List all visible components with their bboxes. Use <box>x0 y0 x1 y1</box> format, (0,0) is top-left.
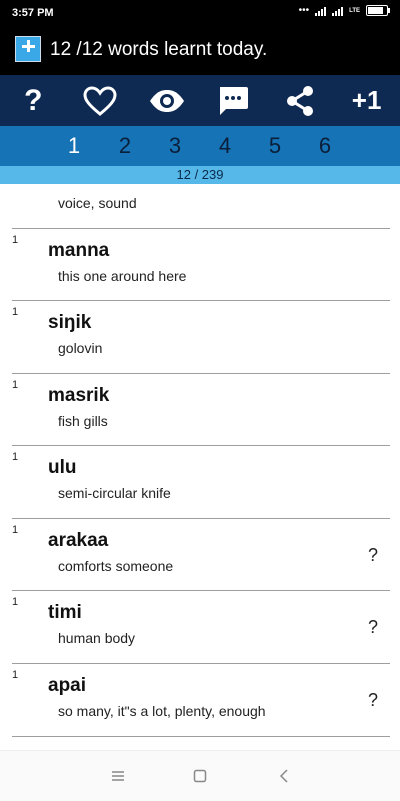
item-count: 1 <box>12 379 19 391</box>
dots-icon: ••• <box>298 5 310 16</box>
view-button[interactable] <box>133 75 200 126</box>
app-icon[interactable] <box>15 36 41 62</box>
back-button[interactable] <box>269 763 299 789</box>
tab-3[interactable]: 3 <box>160 133 190 159</box>
plus-one-label: +1 <box>351 85 382 115</box>
tab-6[interactable]: 6 <box>310 133 340 159</box>
item-translation: so many, it"s a lot, plenty, enough <box>58 703 266 719</box>
menu-icon <box>112 771 124 781</box>
item-count: 1 <box>12 524 19 536</box>
item-translation: fish gills <box>58 413 108 429</box>
battery-icon <box>366 5 390 16</box>
share-button[interactable] <box>267 75 334 126</box>
back-chevron-icon <box>279 769 288 783</box>
item-count: 1 <box>12 306 19 318</box>
signal-icon-2 <box>332 6 344 16</box>
item-count: 1 <box>12 669 19 681</box>
item-word: timi <box>48 602 82 623</box>
status-time: 3:57 PM <box>12 7 54 19</box>
divider <box>12 736 390 737</box>
signal-icon <box>315 6 327 16</box>
list-item[interactable]: 1 masrik fish gills <box>0 374 400 446</box>
item-word: siŋik <box>48 312 92 333</box>
status-icons: ••• LTE <box>298 5 390 16</box>
item-translation: comforts someone <box>58 558 174 574</box>
list-item[interactable]: 1 ulu semi-circular knife <box>0 446 400 518</box>
item-word: masrik <box>48 385 110 406</box>
help-button[interactable]: ? <box>0 75 67 126</box>
plus-one-button[interactable]: +1 <box>333 75 400 126</box>
list-item[interactable]: 1 siŋik golovin <box>0 301 400 373</box>
network-label: LTE <box>349 7 360 14</box>
list-item[interactable]: 1 apai so many, it"s a lot, plenty, enou… <box>0 664 400 736</box>
tab-5[interactable]: 5 <box>260 133 290 159</box>
item-count: 1 <box>12 596 19 608</box>
word-list: voice, sound 1 manna this one around her… <box>0 184 400 749</box>
progress-counter: 12 / 239 <box>0 166 400 184</box>
heart-icon <box>83 85 117 116</box>
app-header: 12 /12 words learnt today. <box>0 25 400 75</box>
page-title: 12 /12 words learnt today. <box>50 39 268 60</box>
level-tabs: 1 2 3 4 5 6 <box>0 126 400 166</box>
list-item-partial[interactable]: voice, sound <box>0 184 400 229</box>
item-translation: human body <box>58 630 136 646</box>
share-icon <box>286 85 313 116</box>
list-item[interactable]: 1 arakaa comforts someone ? <box>0 519 400 591</box>
unknown-mark: ? <box>367 617 378 637</box>
comment-button[interactable] <box>200 75 267 126</box>
action-toolbar: ? +1 <box>0 75 400 126</box>
item-count: 1 <box>12 234 19 246</box>
tab-1[interactable]: 1 <box>59 133 89 159</box>
item-count: 1 <box>12 451 19 463</box>
item-translation: golovin <box>58 340 103 356</box>
status-bar: 3:57 PM ••• LTE <box>0 0 400 25</box>
item-translation: this one around here <box>58 268 187 284</box>
system-nav-bar <box>0 750 400 801</box>
item-word: manna <box>48 240 110 261</box>
tab-4[interactable]: 4 <box>210 133 240 159</box>
item-word: apai <box>48 675 87 696</box>
list-item[interactable]: 1 manna this one around here <box>0 229 400 301</box>
tab-2[interactable]: 2 <box>110 133 140 159</box>
item-word: ulu <box>48 457 77 478</box>
chat-bubble-icon <box>220 86 249 115</box>
item-word: arakaa <box>48 530 109 551</box>
unknown-mark: ? <box>367 545 378 565</box>
item-translation: semi-circular knife <box>58 485 171 501</box>
menu-button[interactable] <box>103 763 133 789</box>
translation: voice, sound <box>58 195 137 211</box>
question-icon: ? <box>24 83 43 117</box>
favorite-button[interactable] <box>67 75 134 126</box>
eye-icon <box>149 89 184 112</box>
home-button[interactable] <box>185 763 215 789</box>
home-square-icon <box>193 769 207 783</box>
list-item[interactable]: 1 timi human body ? <box>0 591 400 663</box>
unknown-mark: ? <box>367 690 378 710</box>
